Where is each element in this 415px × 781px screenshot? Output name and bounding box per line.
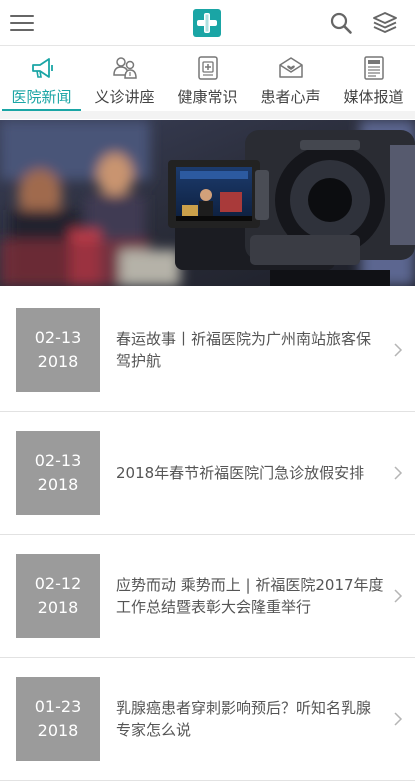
newspaper-icon (363, 56, 384, 80)
news-banner-image[interactable] (0, 120, 415, 286)
top-bar (0, 0, 415, 46)
date-badge: 02-12 2018 (16, 554, 100, 638)
date-year: 2018 (37, 352, 79, 371)
date-year: 2018 (37, 598, 79, 617)
chevron-right-icon (394, 589, 403, 603)
hamburger-menu-icon[interactable] (10, 14, 36, 32)
category-tabs: 医院新闻 义诊讲座 健康常识 患者心声 媒体报道 (0, 46, 415, 113)
date-month-day: 02-13 (34, 451, 82, 470)
doctors-icon (112, 57, 137, 79)
date-year: 2018 (37, 475, 79, 494)
health-card-icon (197, 56, 218, 80)
list-item[interactable]: 02-13 2018 春运故事丨祈福医院为广州南站旅客保驾护航 (0, 289, 415, 412)
date-badge: 02-13 2018 (16, 431, 100, 515)
chevron-right-icon (394, 343, 403, 357)
tab-label: 义诊讲座 (94, 88, 155, 106)
chevron-right-icon (394, 712, 403, 726)
date-badge: 02-13 2018 (16, 308, 100, 392)
medical-cross-logo[interactable] (193, 9, 221, 37)
tab-label: 患者心声 (260, 88, 321, 106)
search-icon[interactable] (329, 11, 353, 35)
tab-label: 媒体报道 (343, 88, 404, 106)
megaphone-icon (31, 58, 53, 78)
list-item[interactable]: 02-13 2018 2018年春节祈福医院门急诊放假安排 (0, 412, 415, 535)
section-divider (0, 111, 415, 119)
date-month-day: 02-13 (34, 328, 82, 347)
tab-patient-voices[interactable]: 患者心声 (249, 46, 332, 112)
date-year: 2018 (37, 721, 79, 740)
news-title[interactable]: 2018年春节祈福医院门急诊放假安排 (116, 412, 385, 534)
tab-health-knowledge[interactable]: 健康常识 (166, 46, 249, 112)
tab-label: 健康常识 (177, 88, 238, 106)
list-item[interactable]: 02-12 2018 应势而动 乘势而上 | 祈福医院2017年度工作总结暨表彰… (0, 535, 415, 658)
chevron-right-icon (394, 466, 403, 480)
envelope-heart-icon (278, 57, 303, 78)
news-title[interactable]: 春运故事丨祈福医院为广州南站旅客保驾护航 (116, 289, 385, 411)
tab-label: 医院新闻 (11, 88, 72, 106)
list-item[interactable]: 01-23 2018 乳腺癌患者穿刺影响预后？听知名乳腺专家怎么说 (0, 658, 415, 781)
date-month-day: 01-23 (34, 697, 82, 716)
date-badge: 01-23 2018 (16, 677, 100, 761)
news-title[interactable]: 乳腺癌患者穿刺影响预后？听知名乳腺专家怎么说 (116, 658, 385, 780)
layers-icon[interactable] (372, 11, 398, 35)
news-list: 02-13 2018 春运故事丨祈福医院为广州南站旅客保驾护航 02-13 20… (0, 289, 415, 781)
date-month-day: 02-12 (34, 574, 82, 593)
tab-media-reports[interactable]: 媒体报道 (332, 46, 415, 112)
tab-free-clinic-lectures[interactable]: 义诊讲座 (83, 46, 166, 112)
tab-hospital-news[interactable]: 医院新闻 (0, 46, 83, 112)
news-title[interactable]: 应势而动 乘势而上 | 祈福医院2017年度工作总结暨表彰大会隆重举行 (116, 535, 385, 657)
